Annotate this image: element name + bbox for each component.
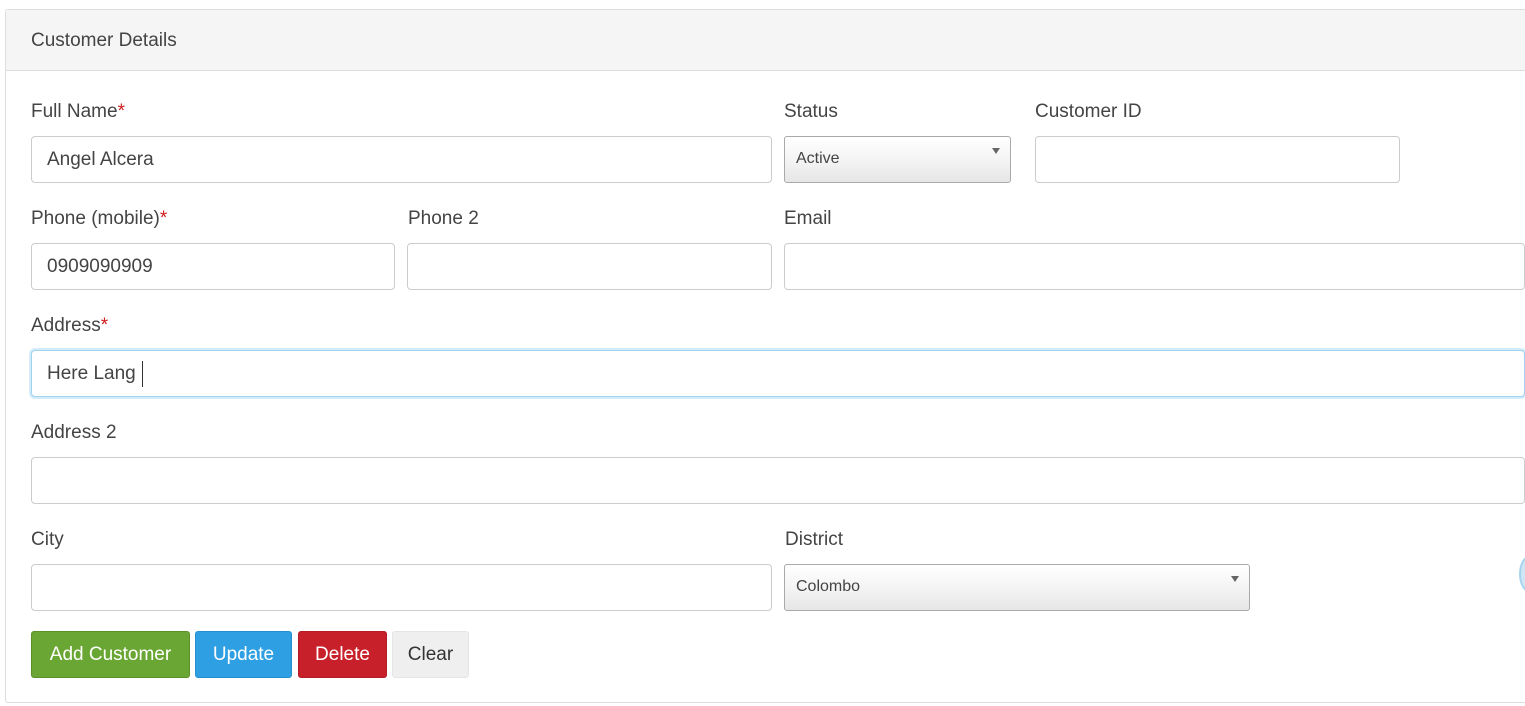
status-label: Status bbox=[784, 101, 838, 122]
required-mark: * bbox=[100, 315, 109, 336]
full-name-label: Full Name* bbox=[31, 101, 125, 123]
clear-button[interactable]: Clear bbox=[392, 631, 469, 678]
phone-mobile-label: Phone (mobile)* bbox=[31, 208, 167, 230]
full-name-label-text: Full Name bbox=[31, 101, 118, 122]
status-select[interactable]: Active bbox=[784, 136, 1011, 183]
text-cursor bbox=[142, 361, 143, 387]
city-input[interactable] bbox=[31, 564, 772, 611]
update-button[interactable]: Update bbox=[195, 631, 292, 678]
address-label: Address* bbox=[31, 315, 108, 337]
status-selected-value: Active bbox=[796, 150, 840, 167]
customer-id-label: Customer ID bbox=[1035, 101, 1142, 122]
chevron-down-icon bbox=[992, 148, 1000, 154]
address-label-text: Address bbox=[31, 315, 101, 336]
delete-button[interactable]: Delete bbox=[298, 631, 387, 678]
district-selected-value: Colombo bbox=[796, 578, 861, 595]
phone-mobile-input[interactable] bbox=[31, 243, 395, 290]
panel-heading: Customer Details bbox=[6, 10, 1525, 71]
phone2-input[interactable] bbox=[407, 243, 772, 290]
chevron-down-icon bbox=[1231, 576, 1239, 582]
required-mark: * bbox=[117, 101, 125, 122]
district-label: District bbox=[785, 529, 844, 550]
customer-id-input[interactable] bbox=[1035, 136, 1400, 183]
phone2-label: Phone 2 bbox=[408, 208, 479, 229]
full-name-input[interactable] bbox=[31, 136, 772, 183]
email-label: Email bbox=[784, 208, 832, 229]
email-input[interactable] bbox=[784, 243, 1525, 290]
panel-title: Customer Details bbox=[31, 30, 177, 51]
required-mark: * bbox=[159, 208, 168, 229]
city-label: City bbox=[31, 529, 64, 550]
phone-mobile-label-text: Phone (mobile) bbox=[31, 208, 160, 229]
address-input[interactable] bbox=[31, 350, 1525, 397]
address2-input[interactable] bbox=[31, 457, 1525, 504]
district-select[interactable]: Colombo bbox=[784, 564, 1250, 611]
add-customer-button[interactable]: Add Customer bbox=[31, 631, 190, 678]
address2-label: Address 2 bbox=[31, 422, 117, 443]
